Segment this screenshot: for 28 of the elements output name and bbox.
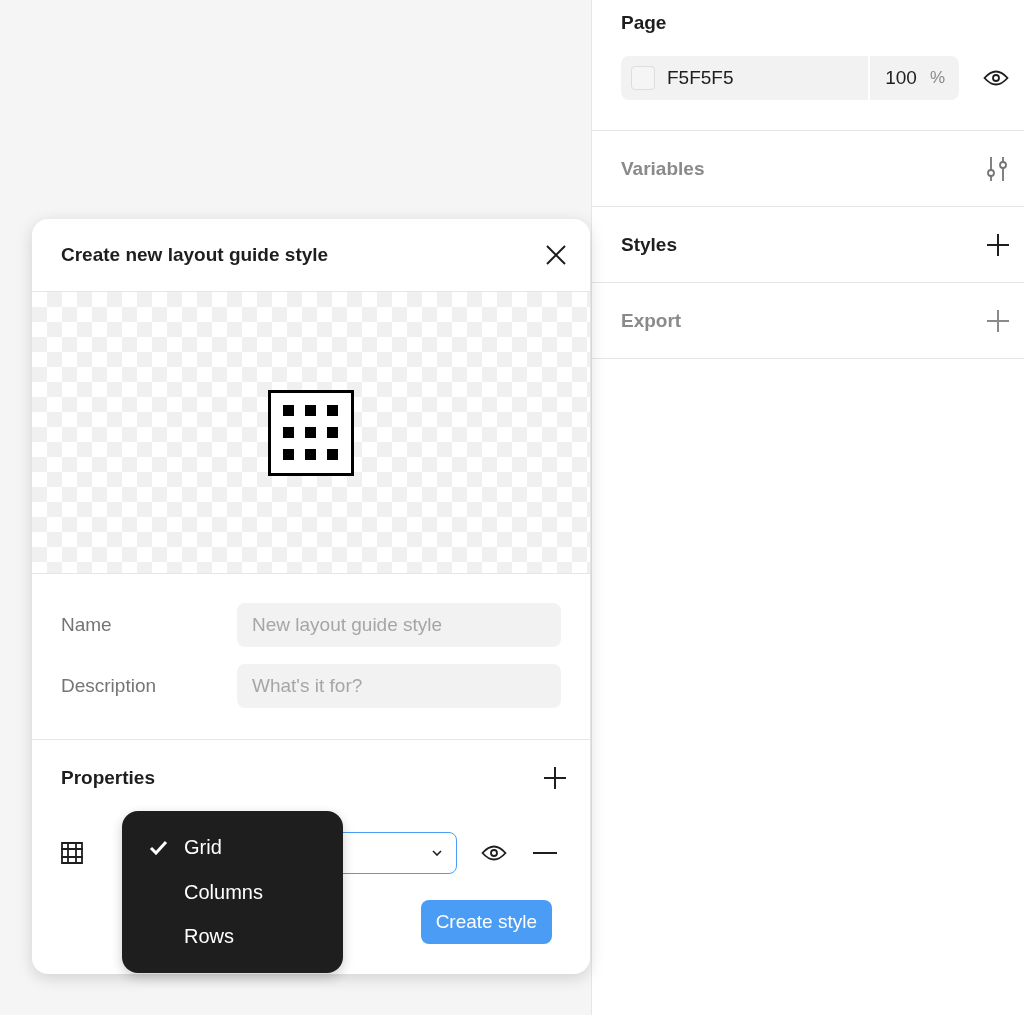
text-field[interactable]: What's it for? bbox=[237, 664, 561, 708]
dot-grid-icon bbox=[268, 389, 354, 476]
text-field[interactable]: New layout guide style bbox=[237, 603, 561, 647]
section-title: Export bbox=[621, 309, 682, 332]
section-title: Variables bbox=[621, 157, 705, 180]
chevron-down-icon bbox=[432, 850, 442, 856]
grid-icon bbox=[61, 842, 83, 864]
sliders-icon[interactable] bbox=[985, 156, 1009, 181]
add-icon[interactable] bbox=[987, 233, 1009, 256]
field-label: Name bbox=[61, 614, 113, 636]
section-title: Page bbox=[621, 12, 667, 33]
color-swatch[interactable] bbox=[631, 66, 655, 90]
add-icon[interactable] bbox=[544, 767, 566, 789]
percent-unit: % bbox=[929, 68, 945, 88]
minus-icon[interactable] bbox=[533, 851, 557, 855]
dialog-title: Create new layout guide style bbox=[61, 244, 329, 266]
section-title: Properties bbox=[61, 767, 155, 789]
eye-icon[interactable] bbox=[983, 69, 1009, 87]
hex-value: F5F5F5 bbox=[667, 67, 735, 89]
color-field[interactable]: F5F5F5 100 % bbox=[621, 56, 959, 100]
menu-item[interactable]: Rows bbox=[122, 914, 343, 959]
menu-item[interactable]: Grid bbox=[122, 825, 343, 870]
menu-item[interactable]: Columns bbox=[122, 869, 343, 915]
opacity-value: 100 bbox=[885, 67, 917, 89]
field-label: Description bbox=[61, 675, 158, 697]
section-title: Styles bbox=[621, 233, 677, 256]
eye-icon[interactable] bbox=[481, 844, 507, 862]
close-icon[interactable] bbox=[546, 245, 566, 265]
